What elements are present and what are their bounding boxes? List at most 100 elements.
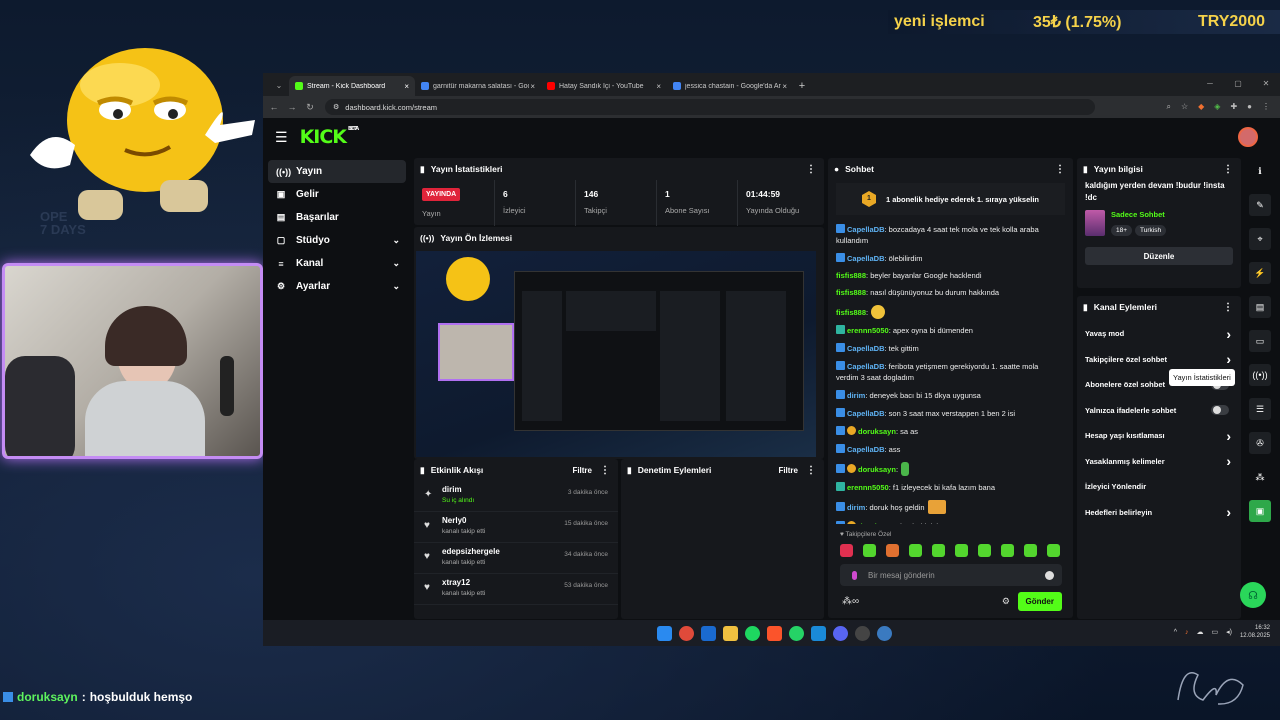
kick-rail-icon[interactable]: ▣ — [1249, 500, 1271, 522]
whatsapp-icon[interactable] — [789, 626, 804, 641]
chevron-down-icon[interactable]: ⌄ — [392, 258, 400, 269]
chevron-down-icon[interactable]: ⌄ — [392, 281, 400, 292]
list-rail-icon[interactable]: ☰ — [1249, 398, 1271, 420]
chevron-right-icon[interactable]: › — [1226, 351, 1231, 367]
chevron-right-icon[interactable]: › — [1226, 326, 1231, 342]
hamburger-menu-icon[interactable]: ☰ — [275, 129, 288, 146]
channel-action-item[interactable]: Yavaş mod › — [1077, 321, 1241, 347]
kick-logo[interactable]: KICK BETA — [300, 126, 360, 148]
chat-username[interactable]: erennn5050 — [847, 326, 889, 335]
vscode-icon[interactable] — [811, 626, 826, 641]
more-options-icon[interactable]: ⋮ — [1223, 302, 1233, 313]
tab-close-icon[interactable]: × — [530, 82, 535, 91]
channel-action-item[interactable]: İzleyici Yönlendir — [1077, 474, 1241, 500]
moderation-filter-button[interactable]: Filtre — [778, 466, 798, 475]
tab-close-icon[interactable]: × — [404, 82, 409, 91]
network-app-icon[interactable] — [877, 626, 892, 641]
channel-action-item[interactable]: Yasaklanmış kelimeler › — [1077, 449, 1241, 475]
headset-support-button[interactable]: ☊ — [1240, 582, 1266, 608]
tab-1[interactable]: garnitür makarna salatası - Goo × — [415, 76, 541, 96]
tab-search-icon[interactable]: ⌄ — [269, 76, 289, 96]
target-rail-icon[interactable]: ⌖ — [1249, 228, 1271, 250]
discord-icon[interactable] — [833, 626, 848, 641]
more-options-icon[interactable]: ⋮ — [1055, 164, 1065, 175]
minimize-icon[interactable]: ─ — [1196, 73, 1224, 95]
activity-item[interactable]: ✦ dirim Su iç alındı 3 dakika önce — [414, 481, 618, 512]
chat-message[interactable]: CapellaDB: bozcadaya 4 saat tek mola ve … — [836, 224, 1061, 246]
tab-close-icon[interactable]: × — [782, 82, 787, 91]
infinity-icon[interactable]: ⁂∞ — [842, 596, 859, 607]
chat-message[interactable]: fisfis888: nasıl düşünüyonuz bu durum ha… — [836, 288, 1061, 299]
brave-icon[interactable] — [767, 626, 782, 641]
wrench-rail-icon[interactable]: ✇ — [1249, 432, 1271, 454]
tab-2[interactable]: Hatay Sandık İçi - YouTube × — [541, 76, 667, 96]
chat-message[interactable]: CapellaDB: ölebilirdim — [836, 252, 1061, 265]
emote-icon[interactable] — [1024, 544, 1037, 557]
more-options-icon[interactable]: ⋮ — [806, 164, 816, 175]
emote-icon[interactable] — [886, 544, 899, 557]
chat-message[interactable]: CapellaDB: feribota yetişmem gerekiyordu… — [836, 361, 1061, 383]
emote-icon[interactable] — [978, 544, 991, 557]
send-button[interactable]: Gönder — [1017, 592, 1062, 611]
chat-rail-icon[interactable]: ▭ — [1249, 330, 1271, 352]
chat-message[interactable]: erennn5050: apex oyna bi dümenden — [836, 325, 1061, 337]
emoji-picker-icon[interactable] — [1045, 570, 1054, 580]
sidebar-item-ayarlar[interactable]: ⚙ Ayarlar ⌄ — [268, 275, 406, 298]
chrome-icon[interactable] — [679, 626, 694, 641]
tab-3[interactable]: jessica chastain - Google'da Ara × — [667, 76, 793, 96]
site-info-icon[interactable]: ⚙ — [333, 103, 339, 111]
edit-stream-info-button[interactable]: Düzenle — [1085, 247, 1233, 265]
outlook-icon[interactable] — [701, 626, 716, 641]
sidebar-item-kanal[interactable]: ≡ Kanal ⌄ — [268, 252, 406, 275]
extension-icon[interactable]: ◆ — [1198, 102, 1204, 112]
tray-volume-icon[interactable]: ◂) — [1226, 628, 1232, 636]
channel-action-item[interactable]: Hesap yaşı kısıtlaması › — [1077, 423, 1241, 449]
chat-message[interactable]: CapellaDB: son 3 saat max verstappen 1 b… — [836, 407, 1061, 420]
tab-close-icon[interactable]: × — [656, 82, 661, 91]
chat-username[interactable]: CapellaDB — [847, 362, 885, 371]
sidebar-item-stüdyo[interactable]: ▢ Stüdyo ⌄ — [268, 229, 406, 252]
chat-input[interactable]: Bir mesaj gönderin — [840, 564, 1062, 586]
emote-icon[interactable] — [932, 544, 945, 557]
maximize-icon[interactable]: ▢ — [1224, 73, 1252, 95]
emote-icon[interactable] — [909, 544, 922, 557]
new-tab-button[interactable]: + — [793, 76, 811, 96]
chat-username[interactable]: CapellaDB — [847, 445, 885, 454]
chat-settings-icon[interactable]: ⚙ — [1002, 596, 1010, 607]
chat-message[interactable]: fisfis888: — [836, 304, 1061, 319]
chat-username[interactable]: CapellaDB — [847, 254, 885, 263]
chat-username[interactable]: doruksayn — [858, 522, 896, 525]
bookmark-star-icon[interactable]: ☆ — [1181, 102, 1188, 112]
chat-message[interactable]: dirim: doruk hoş geldin — [836, 500, 1061, 514]
chat-username[interactable]: doruksayn — [858, 427, 896, 436]
chat-message[interactable]: CapellaDB: tek gittim — [836, 343, 1061, 355]
chat-message[interactable]: doruksayn: hoşbulduk hemşo — [836, 520, 1061, 525]
activity-filter-button[interactable]: Filtre — [572, 466, 592, 475]
emote-icon[interactable] — [1001, 544, 1014, 557]
activity-item[interactable]: ♥ edepsizhergele kanalı takip etti 34 dakik… — [414, 543, 618, 574]
chevron-right-icon[interactable]: › — [1226, 504, 1231, 520]
more-options-icon[interactable]: ⋮ — [1223, 164, 1233, 175]
url-field[interactable]: ⚙ dashboard.kick.com/stream — [325, 99, 1095, 115]
emote-icon[interactable] — [863, 544, 876, 557]
stream-preview-video[interactable] — [416, 251, 816, 457]
more-options-icon[interactable]: ⋮ — [806, 465, 816, 476]
chat-message[interactable]: erennn5050: f1 izleyecek bi kafa lazım b… — [836, 482, 1061, 494]
chat-username[interactable]: dirim — [847, 503, 865, 512]
profile-avatar-icon[interactable]: ● — [1247, 102, 1252, 112]
sidebar-item-yayın[interactable]: ((•)) Yayın — [268, 160, 406, 183]
back-icon[interactable]: ← — [267, 102, 281, 112]
puzzle-icon[interactable]: ✚ — [1230, 102, 1237, 112]
sidebar-item-gelir[interactable]: ▣ Gelir — [268, 183, 406, 206]
document-rail-icon[interactable]: ▤ — [1249, 296, 1271, 318]
close-window-icon[interactable]: ✕ — [1252, 73, 1280, 95]
reload-icon[interactable]: ↻ — [303, 102, 317, 113]
spotify-icon[interactable] — [745, 626, 760, 641]
chat-message[interactable]: CapellaDB: ass — [836, 443, 1061, 456]
shield-icon[interactable]: ◈ — [1214, 102, 1220, 112]
chat-message[interactable]: doruksayn: sa as — [836, 425, 1061, 438]
tag-chip[interactable]: Turkish — [1135, 225, 1167, 236]
menu-kebab-icon[interactable]: ⋮ — [1262, 102, 1270, 112]
windows-start-icon[interactable] — [657, 626, 672, 641]
obs-icon[interactable] — [855, 626, 870, 641]
